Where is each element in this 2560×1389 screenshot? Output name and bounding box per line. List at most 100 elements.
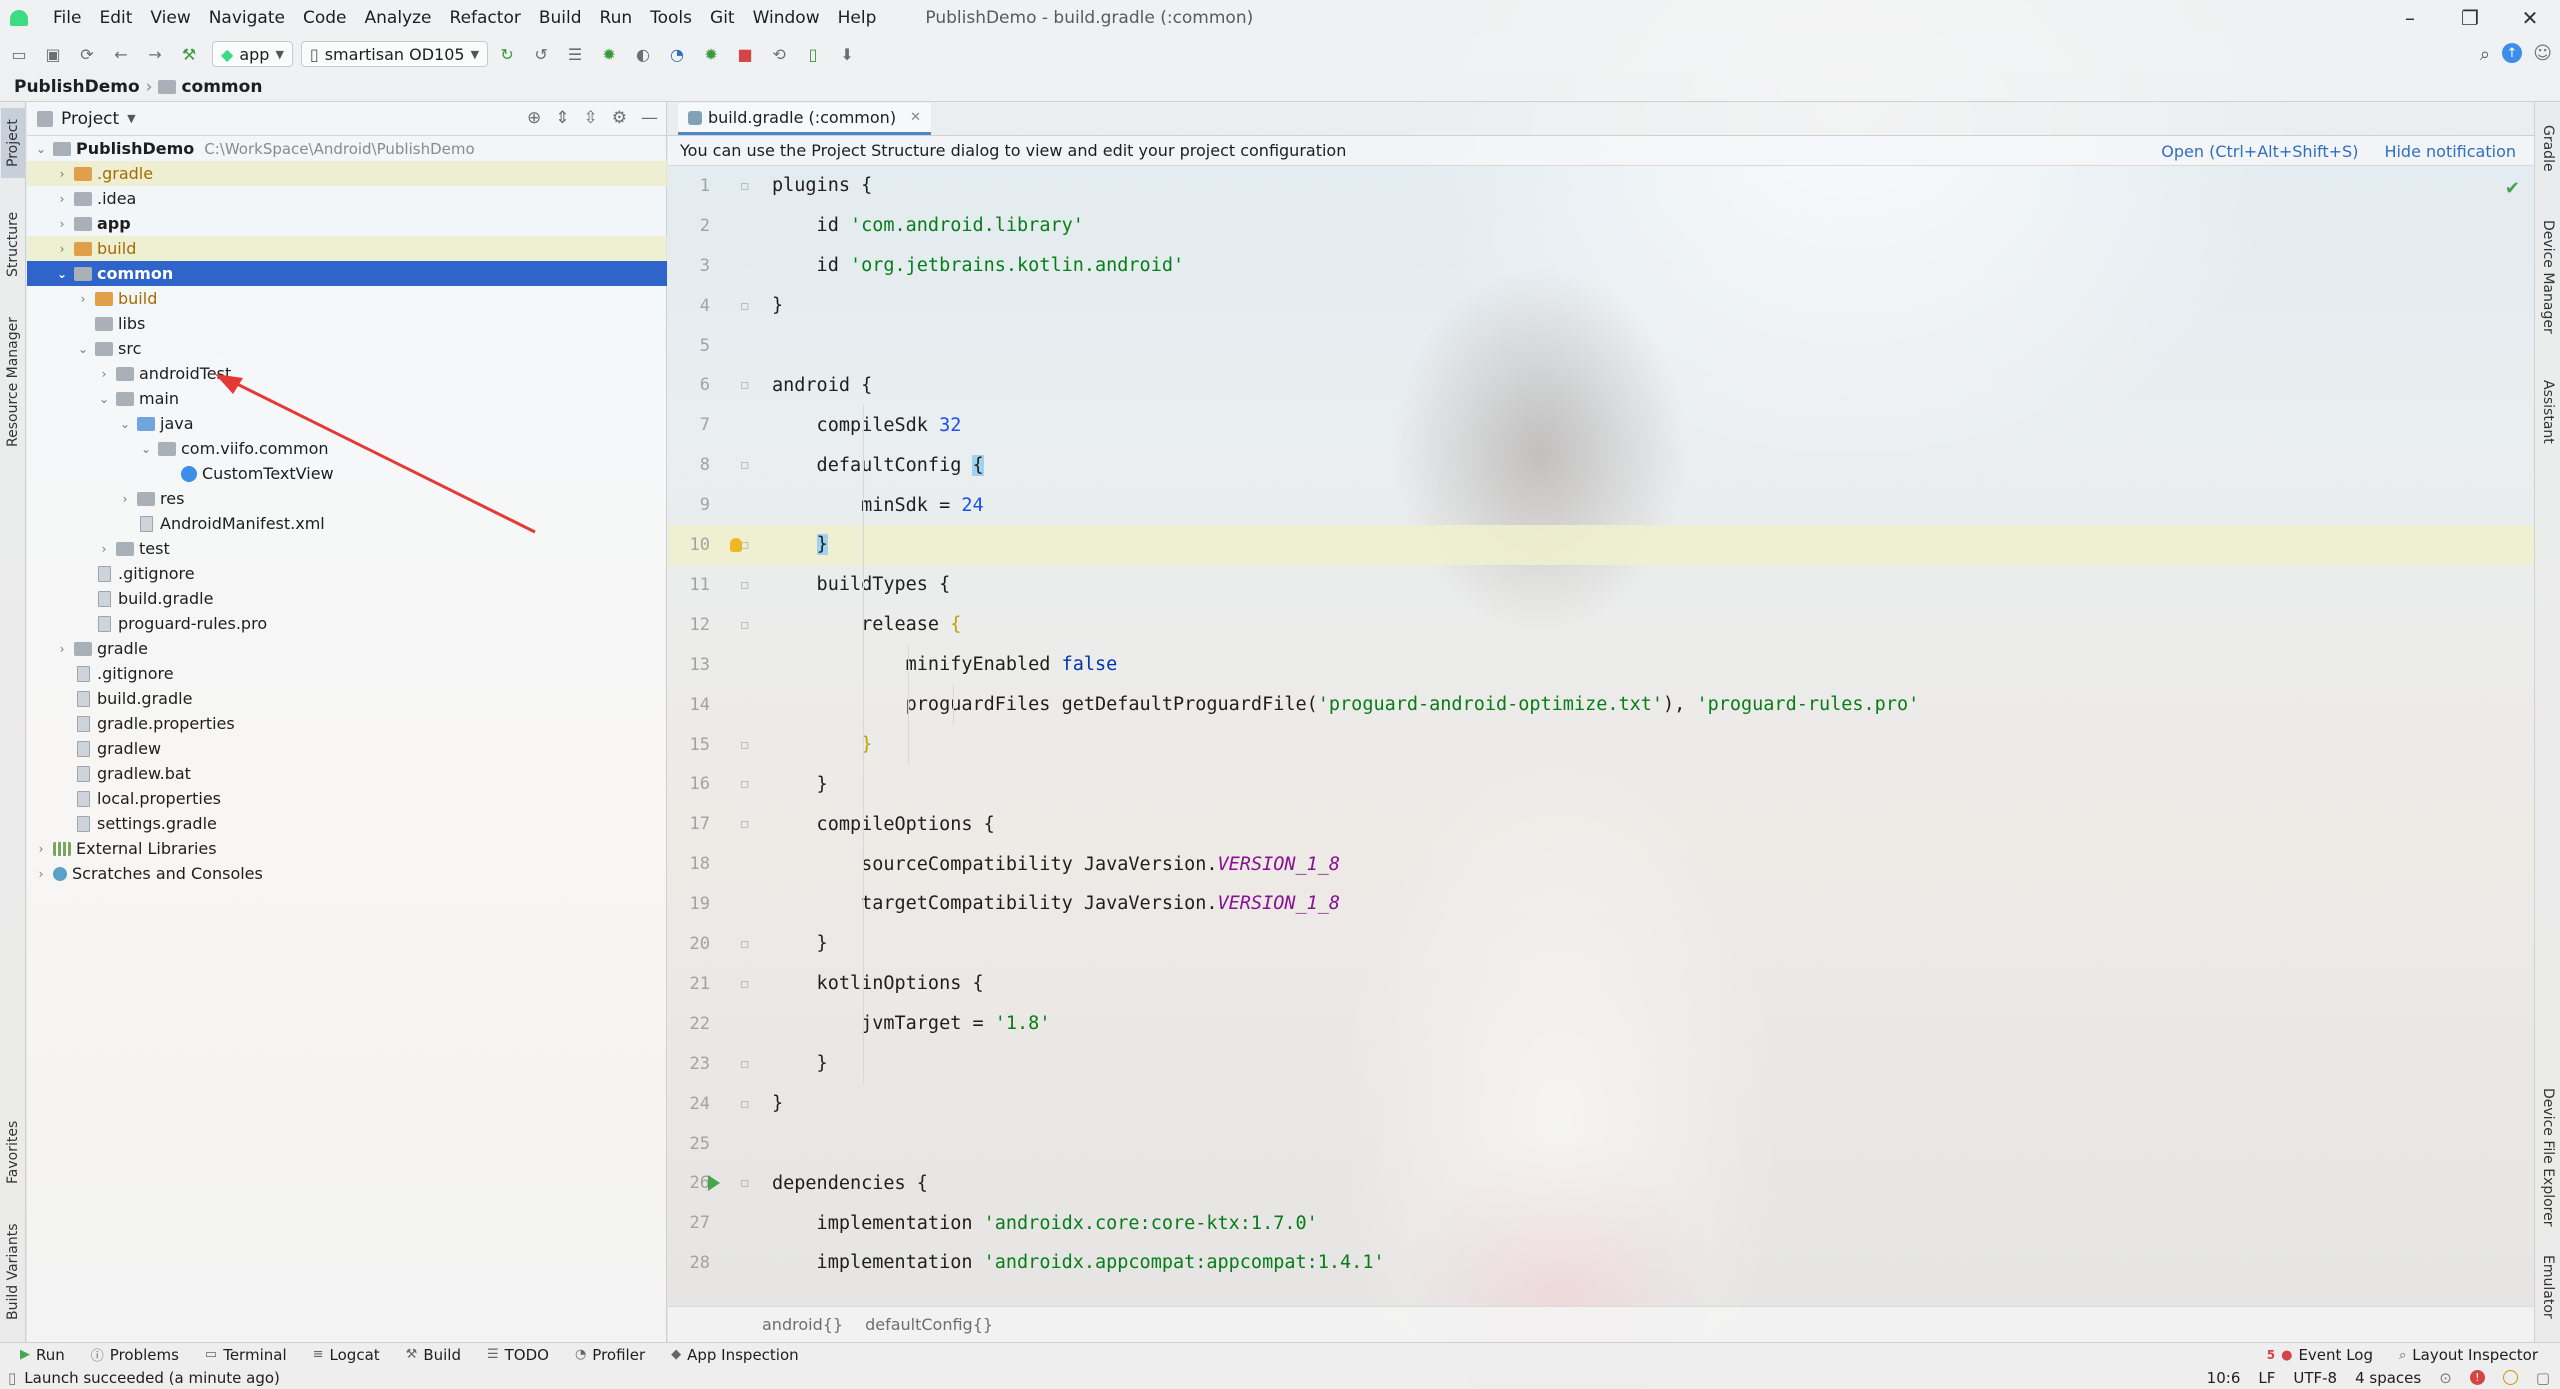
tool-tab-assistant[interactable]: Assistant [2536, 357, 2560, 467]
tree-item-root[interactable]: ⌄ PublishDemo C:\WorkSpace\Android\Publi… [27, 136, 667, 161]
gear-icon[interactable]: ⚙ [612, 108, 627, 128]
tree-item-gradle[interactable]: › .gradle [27, 161, 667, 186]
account-icon[interactable]: ☺ [2533, 43, 2552, 64]
minimize-button[interactable]: – [2380, 0, 2440, 36]
tool-tab-structure[interactable]: Structure [1, 198, 25, 290]
tool-build[interactable]: ⚒ Build [400, 1346, 467, 1364]
chevron-right-icon[interactable]: › [54, 167, 70, 181]
tree-item-app[interactable]: › app [27, 211, 667, 236]
code-line[interactable]: } [758, 724, 2534, 764]
tree-item-local-properties[interactable]: local.properties [27, 786, 667, 811]
code-line[interactable]: implementation 'androidx.appcompat:appco… [758, 1243, 2534, 1283]
chevron-down-icon[interactable]: ⌄ [54, 267, 70, 281]
fold-marker-icon[interactable]: ▫ [740, 1096, 750, 1112]
make-project-icon[interactable]: ⚒ [179, 44, 199, 64]
tree-item-build[interactable]: › build [27, 286, 667, 311]
device-manager-icon[interactable]: ▯ [803, 44, 823, 64]
code-line[interactable]: } [758, 525, 2534, 565]
tool-logcat[interactable]: ≡ Logcat [307, 1346, 386, 1364]
fold-marker-icon[interactable]: ▫ [740, 537, 750, 553]
chevron-right-icon[interactable]: › [54, 217, 70, 231]
menu-git[interactable]: Git [701, 8, 744, 28]
tree-item-libs[interactable]: libs [27, 311, 667, 336]
tool-event-log[interactable]: 5 ● Event Log [2261, 1346, 2379, 1364]
attach-debugger-icon[interactable]: ✹ [701, 44, 721, 64]
inspection-ok-icon[interactable]: ✔ [2505, 178, 2520, 199]
chevron-down-icon[interactable]: ⌄ [75, 342, 91, 356]
code-line[interactable]: } [758, 286, 2534, 326]
tool-tab-resource-manager[interactable]: Resource Manager [1, 302, 25, 462]
lock-icon[interactable]: ⊙ [2439, 1369, 2452, 1387]
tool-tab-build-variants[interactable]: Build Variants [1, 1212, 25, 1332]
close-tab-icon[interactable]: ✕ [910, 110, 921, 125]
fold-marker-icon[interactable]: ▫ [740, 737, 750, 753]
code-line[interactable]: minifyEnabled false [758, 645, 2534, 685]
tool-tab-favorites[interactable]: Favorites [1, 1102, 25, 1202]
fold-marker-icon[interactable]: ▫ [740, 776, 750, 792]
tool-run[interactable]: ▶ Run [14, 1346, 71, 1364]
menu-file[interactable]: File [44, 8, 90, 28]
tree-item-java[interactable]: ⌄ java [27, 411, 667, 436]
expand-all-icon[interactable]: ⇕ [555, 108, 569, 128]
tool-problems[interactable]: ⓘ Problems [85, 1345, 185, 1365]
back-icon[interactable]: ← [111, 44, 131, 64]
caret-position[interactable]: 10:6 [2207, 1369, 2241, 1387]
menu-view[interactable]: View [141, 8, 199, 28]
update-icon[interactable]: ↑ [2502, 43, 2522, 63]
restore-button[interactable]: ❐ [2440, 0, 2500, 36]
chevron-right-icon[interactable]: › [96, 542, 112, 556]
debug-icon[interactable]: ✹ [599, 44, 619, 64]
code-line[interactable]: minSdk = 24 [758, 485, 2534, 525]
menu-refactor[interactable]: Refactor [441, 8, 530, 28]
chevron-down-icon[interactable]: ⌄ [96, 392, 112, 406]
fold-marker-icon[interactable]: ▫ [740, 457, 750, 473]
chevron-down-icon[interactable]: ⌄ [138, 442, 154, 456]
stop-icon[interactable]: ■ [735, 44, 755, 64]
apply-changes-icon[interactable]: ↻ [497, 44, 517, 64]
tree-item-gradle[interactable]: › gradle [27, 636, 667, 661]
sdk-manager-icon[interactable]: ⬇ [837, 44, 857, 64]
tree-item-build-gradle[interactable]: build.gradle [27, 686, 667, 711]
menu-tools[interactable]: Tools [641, 8, 701, 28]
code-area[interactable]: 1 ▫ 2 3 4 ▫ 5 6 ▫ 7 8 ▫ 9 10 ▫ 11 ▫ 12 ▫ 13 14 15 ▫ 16 ▫ 17 ▫ 18 19 2… [668, 166, 2534, 1306]
code-line[interactable]: compileOptions { [758, 804, 2534, 844]
fold-marker-icon[interactable]: ▫ [740, 816, 750, 832]
chevron-right-icon[interactable]: › [33, 867, 49, 881]
gradle-sync-icon[interactable]: ⟲ [769, 44, 789, 64]
menu-navigate[interactable]: Navigate [200, 8, 294, 28]
code-line[interactable]: buildTypes { [758, 565, 2534, 605]
collapse-all-icon[interactable]: ⇳ [584, 108, 598, 128]
sync-icon[interactable]: ⟳ [77, 44, 97, 64]
apply-code-changes-icon[interactable]: ↺ [531, 44, 551, 64]
chevron-right-icon[interactable]: › [54, 242, 70, 256]
tree-item-gradle-properties[interactable]: gradle.properties [27, 711, 667, 736]
hide-panel-icon[interactable]: — [641, 108, 658, 128]
project-view-select[interactable]: Project [61, 109, 119, 129]
chevron-down-icon[interactable]: ⌄ [33, 142, 49, 156]
code-line[interactable]: dependencies { [758, 1163, 2534, 1203]
chevron-right-icon[interactable]: › [75, 292, 91, 306]
tree-item-src[interactable]: ⌄ src [27, 336, 667, 361]
code-line[interactable]: id 'com.android.library' [758, 206, 2534, 246]
tree-item-build-gradle[interactable]: build.gradle [27, 586, 667, 611]
fold-marker-icon[interactable]: ▫ [740, 1056, 750, 1072]
code-line[interactable]: plugins { [758, 166, 2534, 206]
chevron-right-icon[interactable]: › [33, 842, 49, 856]
locate-file-icon[interactable]: ⊕ [527, 108, 541, 128]
code-line[interactable]: kotlinOptions { [758, 964, 2534, 1004]
code-line[interactable]: proguardFiles getDefaultProguardFile('pr… [758, 685, 2534, 725]
search-icon[interactable]: ⌕ [2480, 44, 2490, 65]
chevron-right-icon[interactable]: › [54, 192, 70, 206]
tool-terminal[interactable]: ▭ Terminal [199, 1346, 293, 1364]
tree-item-test[interactable]: › test [27, 536, 667, 561]
code-line[interactable] [758, 1123, 2534, 1163]
tree-item-gradlew[interactable]: gradlew [27, 736, 667, 761]
code-line[interactable]: } [758, 924, 2534, 964]
fold-marker-icon[interactable]: ▫ [740, 617, 750, 633]
save-all-icon[interactable]: ▣ [43, 44, 63, 64]
tree-item-com-viifo-common[interactable]: ⌄ com.viifo.common [27, 436, 667, 461]
indent-setting[interactable]: 4 spaces [2355, 1369, 2421, 1387]
line-separator[interactable]: LF [2258, 1369, 2275, 1387]
tree-item-gradlew-bat[interactable]: gradlew.bat [27, 761, 667, 786]
coverage-icon[interactable]: ◐ [633, 44, 653, 64]
